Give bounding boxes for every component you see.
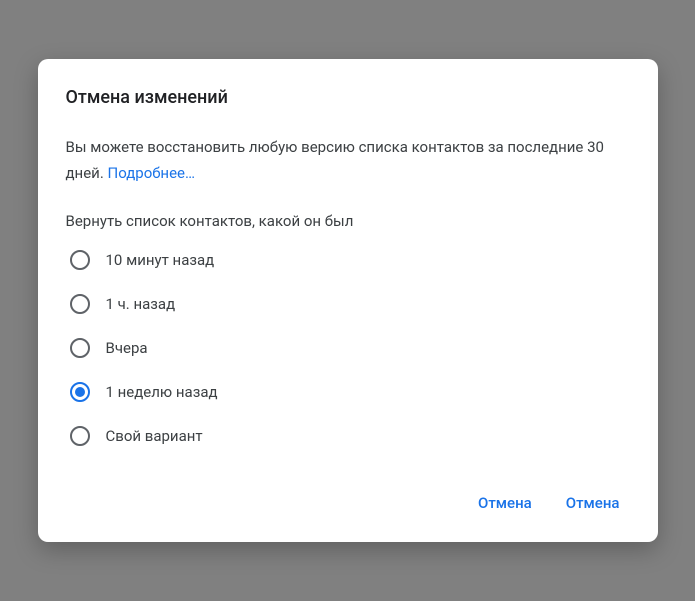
radio-icon [70, 382, 90, 402]
radio-icon [70, 250, 90, 270]
radio-label: 1 ч. назад [106, 295, 176, 313]
radio-icon [70, 294, 90, 314]
radio-label: 10 минут назад [106, 251, 215, 269]
learn-more-link[interactable]: Подробнее… [108, 164, 196, 182]
radio-icon [70, 338, 90, 358]
radio-label: 1 неделю назад [106, 383, 218, 401]
restore-prompt: Вернуть список контактов, какой он был [66, 212, 630, 230]
radio-label: Вчера [106, 339, 148, 357]
time-radio-group: 10 минут назад 1 ч. назад Вчера 1 неделю… [66, 250, 630, 446]
radio-option-1-hour[interactable]: 1 ч. назад [70, 294, 630, 314]
radio-label: Свой вариант [106, 427, 203, 445]
dialog-actions: Отмена Отмена [66, 486, 630, 520]
radio-option-10-minutes[interactable]: 10 минут назад [70, 250, 630, 270]
cancel-button[interactable]: Отмена [474, 486, 536, 520]
confirm-button[interactable]: Отмена [562, 486, 624, 520]
radio-option-1-week[interactable]: 1 неделю назад [70, 382, 630, 402]
radio-icon [70, 426, 90, 446]
radio-option-yesterday[interactable]: Вчера [70, 338, 630, 358]
dialog-title: Отмена изменений [66, 87, 630, 108]
undo-changes-dialog: Отмена изменений Вы можете восстановить … [38, 59, 658, 543]
dialog-description: Вы можете восстановить любую версию спис… [66, 134, 630, 187]
radio-option-custom[interactable]: Свой вариант [70, 426, 630, 446]
